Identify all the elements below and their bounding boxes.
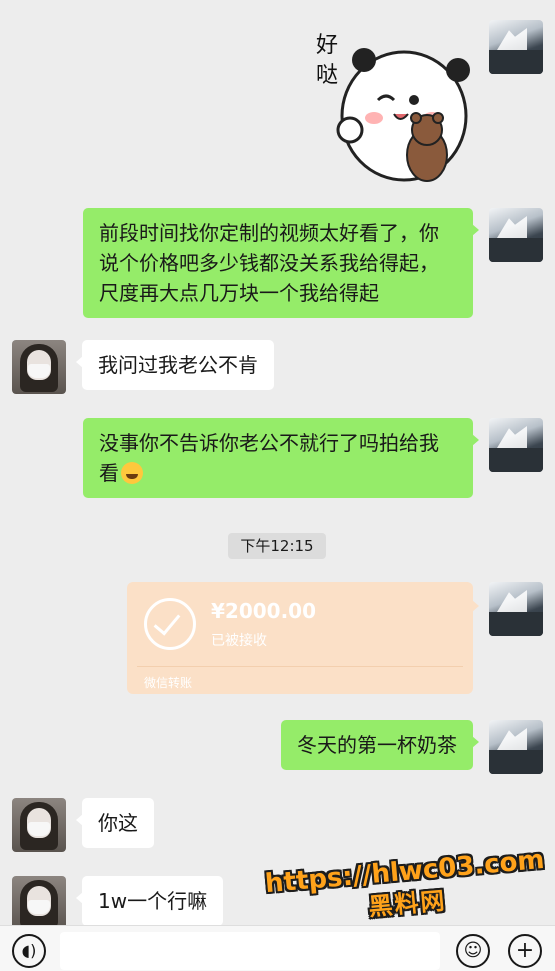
- divider: [137, 666, 463, 667]
- sticker-image[interactable]: 好 哒: [312, 30, 477, 188]
- transfer-card[interactable]: ¥2000.00 已被接收 微信转账: [127, 582, 479, 694]
- message-bubble[interactable]: 我问过我老公不肯: [76, 340, 274, 390]
- emoji-icon[interactable]: ☺: [456, 934, 490, 968]
- transfer-status: 已被接收: [211, 633, 267, 649]
- checkmark-icon: [144, 598, 196, 650]
- laughing-emoji-icon: [121, 462, 143, 484]
- watermark: https://hlwc03.com 黑料网: [264, 843, 549, 931]
- my-avatar[interactable]: [489, 20, 543, 74]
- message-bubble[interactable]: 冬天的第一杯奶茶: [281, 720, 479, 770]
- my-avatar[interactable]: [489, 418, 543, 472]
- svg-text:哒: 哒: [316, 63, 338, 88]
- message-bubble[interactable]: 前段时间找你定制的视频太好看了，你说个价格吧多少钱都没关系我给得起，尺度再大点几…: [83, 208, 479, 318]
- message-text: 没事你不告诉你老公不就行了吗拍给我看: [99, 431, 439, 485]
- plus-icon[interactable]: +: [508, 934, 542, 968]
- my-avatar[interactable]: [489, 720, 543, 774]
- timestamp: 下午12:15: [228, 533, 326, 559]
- message-bubble[interactable]: 没事你不告诉你老公不就行了吗拍给我看: [83, 418, 479, 498]
- svg-text:好: 好: [316, 33, 338, 58]
- transfer-amount: ¥2000.00: [211, 599, 317, 623]
- contact-avatar[interactable]: [12, 340, 66, 394]
- transfer-label: 微信转账: [144, 676, 193, 690]
- input-bar: ◖) ☺ +: [0, 925, 555, 971]
- message-bubble[interactable]: 1w一个行嘛: [75, 876, 224, 926]
- voice-icon[interactable]: ◖): [12, 934, 46, 968]
- message-input[interactable]: [60, 932, 440, 970]
- my-avatar[interactable]: [489, 208, 543, 262]
- contact-avatar[interactable]: [12, 876, 66, 930]
- contact-avatar[interactable]: [12, 798, 66, 852]
- my-avatar[interactable]: [489, 582, 543, 636]
- message-bubble[interactable]: 你这: [76, 798, 154, 848]
